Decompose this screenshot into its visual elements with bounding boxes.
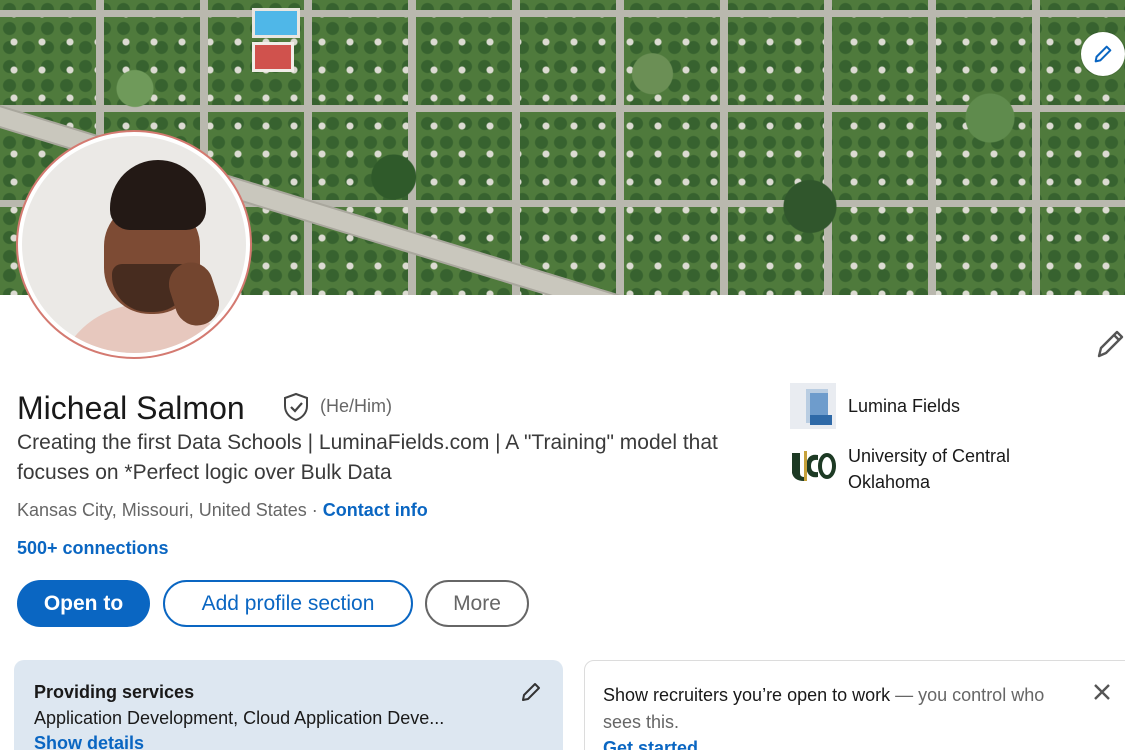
location-text: Kansas City, Missouri, United States bbox=[17, 500, 307, 520]
profile-name: Micheal Salmon bbox=[17, 390, 245, 426]
school-name: University of Central Oklahoma bbox=[848, 446, 1011, 492]
recruiter-text-strong: Show recruiters you’re open to work bbox=[603, 685, 891, 705]
map-court bbox=[252, 42, 294, 72]
profile-headline: Creating the first Data Schools | Lumina… bbox=[17, 431, 718, 484]
contact-info-link[interactable]: Contact info bbox=[323, 500, 428, 520]
separator-dot: · bbox=[311, 500, 318, 520]
open-to-button[interactable]: Open to bbox=[17, 580, 150, 627]
edit-cover-button[interactable] bbox=[1081, 32, 1125, 76]
show-details-link[interactable]: Show details bbox=[34, 733, 543, 750]
close-icon[interactable] bbox=[1091, 681, 1113, 703]
pencil-icon[interactable] bbox=[521, 680, 543, 702]
pencil-icon[interactable] bbox=[1096, 327, 1125, 359]
services-description: Application Development, Cloud Applicati… bbox=[34, 708, 445, 728]
verified-shield-icon[interactable] bbox=[282, 392, 310, 422]
map-pool bbox=[252, 8, 300, 38]
pencil-icon bbox=[1094, 45, 1112, 63]
open-to-work-card: Show recruiters you’re open to work — yo… bbox=[584, 660, 1125, 750]
providing-services-card: Providing services Application Developme… bbox=[14, 660, 563, 750]
get-started-link[interactable]: Get started bbox=[603, 738, 1083, 750]
add-profile-section-button[interactable]: Add profile section bbox=[163, 580, 413, 627]
connections-link[interactable]: 500+ connections bbox=[17, 538, 169, 559]
lumina-fields-logo bbox=[790, 383, 836, 429]
current-company[interactable]: Lumina Fields bbox=[790, 383, 960, 429]
services-title: Providing services bbox=[34, 682, 195, 702]
pronouns: (He/Him) bbox=[320, 396, 392, 416]
location-line: Kansas City, Missouri, United States · Con… bbox=[17, 500, 428, 521]
more-button[interactable]: More bbox=[425, 580, 529, 627]
recruiter-text: Show recruiters you’re open to work — yo… bbox=[603, 682, 1083, 736]
company-name: Lumina Fields bbox=[848, 395, 961, 416]
uco-logo bbox=[790, 448, 836, 484]
profile-photo[interactable] bbox=[18, 132, 250, 357]
education-school[interactable]: University of Central Oklahoma bbox=[790, 443, 1068, 495]
